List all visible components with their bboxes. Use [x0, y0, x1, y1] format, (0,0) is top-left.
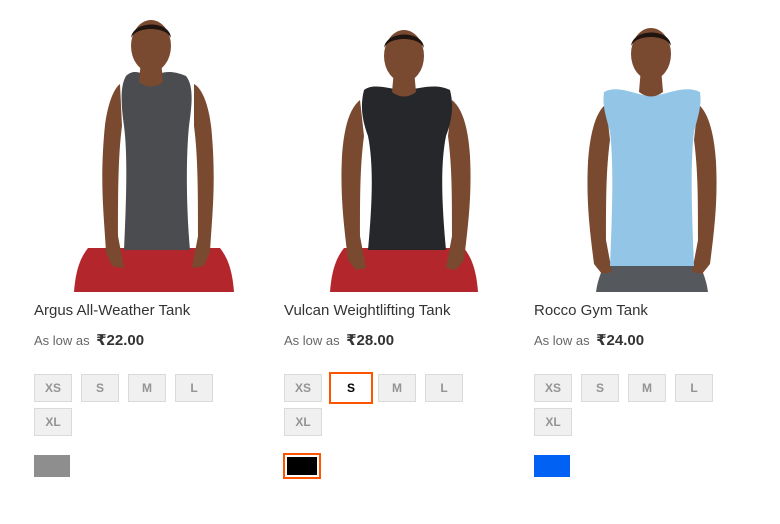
product-image[interactable] [34, 16, 274, 292]
color-swatch[interactable] [34, 455, 70, 477]
price-label: As low as [284, 333, 340, 348]
product-price: As low as ₹24.00 [534, 331, 644, 350]
price-label: As low as [34, 333, 90, 348]
shorts [74, 248, 234, 292]
size-option-xl[interactable]: XL [534, 408, 572, 436]
price-amount: ₹22.00 [96, 332, 145, 349]
size-option-m[interactable]: M [128, 374, 166, 402]
product-card: Vulcan Weightlifting Tank As low as ₹28.… [283, 0, 524, 524]
product-name[interactable]: Argus All-Weather Tank [34, 302, 190, 319]
shirt [121, 71, 192, 250]
size-option-l[interactable]: L [425, 374, 463, 402]
size-option-xs[interactable]: XS [34, 374, 72, 402]
size-option-xs[interactable]: XS [284, 374, 322, 402]
product-name[interactable]: Vulcan Weightlifting Tank [284, 302, 451, 319]
price-label: As low as [534, 333, 590, 348]
color-swatch-fill [34, 455, 70, 477]
size-option-s[interactable]: S [581, 374, 619, 402]
color-swatch-fill [534, 455, 570, 477]
color-swatch[interactable] [534, 455, 570, 477]
price-amount: ₹24.00 [596, 332, 645, 349]
product-image[interactable] [534, 16, 774, 292]
size-option-m[interactable]: M [628, 374, 666, 402]
color-swatch[interactable] [283, 453, 321, 479]
product-card: Argus All-Weather Tank As low as ₹22.00 … [34, 0, 274, 524]
price-amount: ₹28.00 [346, 332, 395, 349]
color-swatch-fill [287, 457, 317, 475]
size-option-xl[interactable]: XL [284, 408, 322, 436]
size-option-xs[interactable]: XS [534, 374, 572, 402]
size-option-l[interactable]: L [675, 374, 713, 402]
size-option-xl[interactable]: XL [34, 408, 72, 436]
product-name[interactable]: Rocco Gym Tank [534, 302, 648, 319]
size-option-s[interactable]: S [81, 374, 119, 402]
size-option-l[interactable]: L [175, 374, 213, 402]
product-card: Rocco Gym Tank As low as ₹24.00 XS S M L… [534, 0, 774, 524]
product-price: As low as ₹28.00 [284, 331, 394, 350]
product-price: As low as ₹22.00 [34, 331, 144, 350]
product-image[interactable] [284, 16, 524, 292]
size-option-s[interactable]: S [329, 372, 373, 404]
size-option-m[interactable]: M [378, 374, 416, 402]
